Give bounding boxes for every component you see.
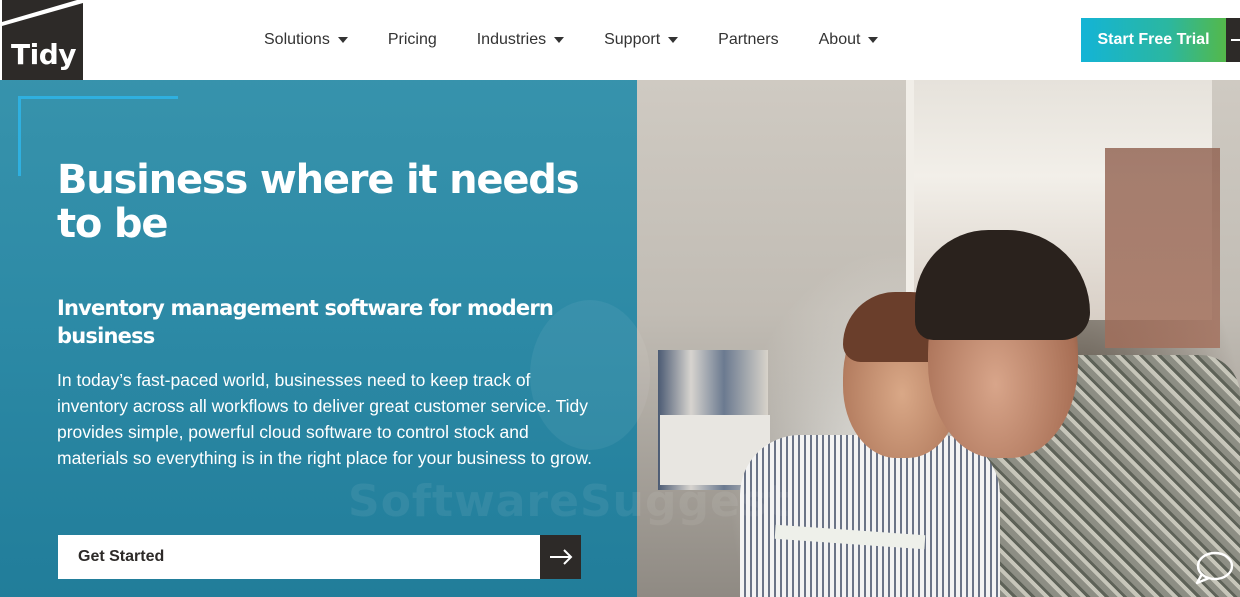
nav-item-support[interactable]: Support	[604, 31, 679, 49]
accent-line-horizontal	[18, 96, 178, 99]
arrow-right-icon	[549, 549, 572, 565]
site-header: Tidy Solutions Pricing Industries Suppor…	[0, 0, 1240, 80]
hero-title: Business where it needs to be	[57, 157, 580, 247]
main-nav: Solutions Pricing Industries Support Par…	[264, 28, 879, 52]
logo-text: Tidy	[11, 38, 77, 71]
nav-item-label: Industries	[476, 31, 547, 48]
nav-item-label: About	[818, 31, 861, 48]
caret-down-icon	[668, 37, 679, 43]
hero-section: Business where it needs to be Inventory …	[0, 80, 1240, 597]
watermark: SoftwareSuggest	[348, 476, 791, 527]
hero-subtitle: Inventory management software for modern…	[57, 296, 554, 348]
nav-item-label: Partners	[718, 31, 779, 48]
get-started-label: Get Started	[78, 548, 165, 565]
start-free-trial-button[interactable]: Start Free Trial	[1081, 18, 1226, 62]
nav-item-industries[interactable]: Industries	[476, 31, 565, 49]
chat-bubble-icon	[1195, 551, 1234, 585]
nav-item-about[interactable]: About	[819, 31, 879, 49]
caret-down-icon	[337, 37, 348, 43]
dash-icon	[1231, 39, 1240, 41]
nav-item-label: Solutions	[264, 31, 330, 48]
nav-item-solutions[interactable]: Solutions	[264, 31, 348, 49]
nav-item-label: Pricing	[387, 31, 437, 48]
nav-item-label: Support	[604, 31, 661, 48]
photo-brick	[1105, 148, 1220, 348]
hero-description: In today’s fast-paced world, businesses …	[57, 370, 592, 468]
nav-item-partners[interactable]: Partners	[718, 31, 778, 49]
get-started-arrow-button[interactable]	[540, 535, 581, 579]
caret-down-icon	[868, 37, 879, 43]
logo[interactable]: Tidy	[2, 0, 83, 80]
get-started-button[interactable]: Get Started	[58, 535, 540, 579]
caret-down-icon	[554, 37, 565, 43]
chat-launcher[interactable]	[1192, 548, 1236, 588]
trial-side-tab[interactable]	[1226, 18, 1240, 62]
nav-item-pricing[interactable]: Pricing	[388, 31, 437, 49]
accent-line-vertical	[18, 96, 21, 176]
